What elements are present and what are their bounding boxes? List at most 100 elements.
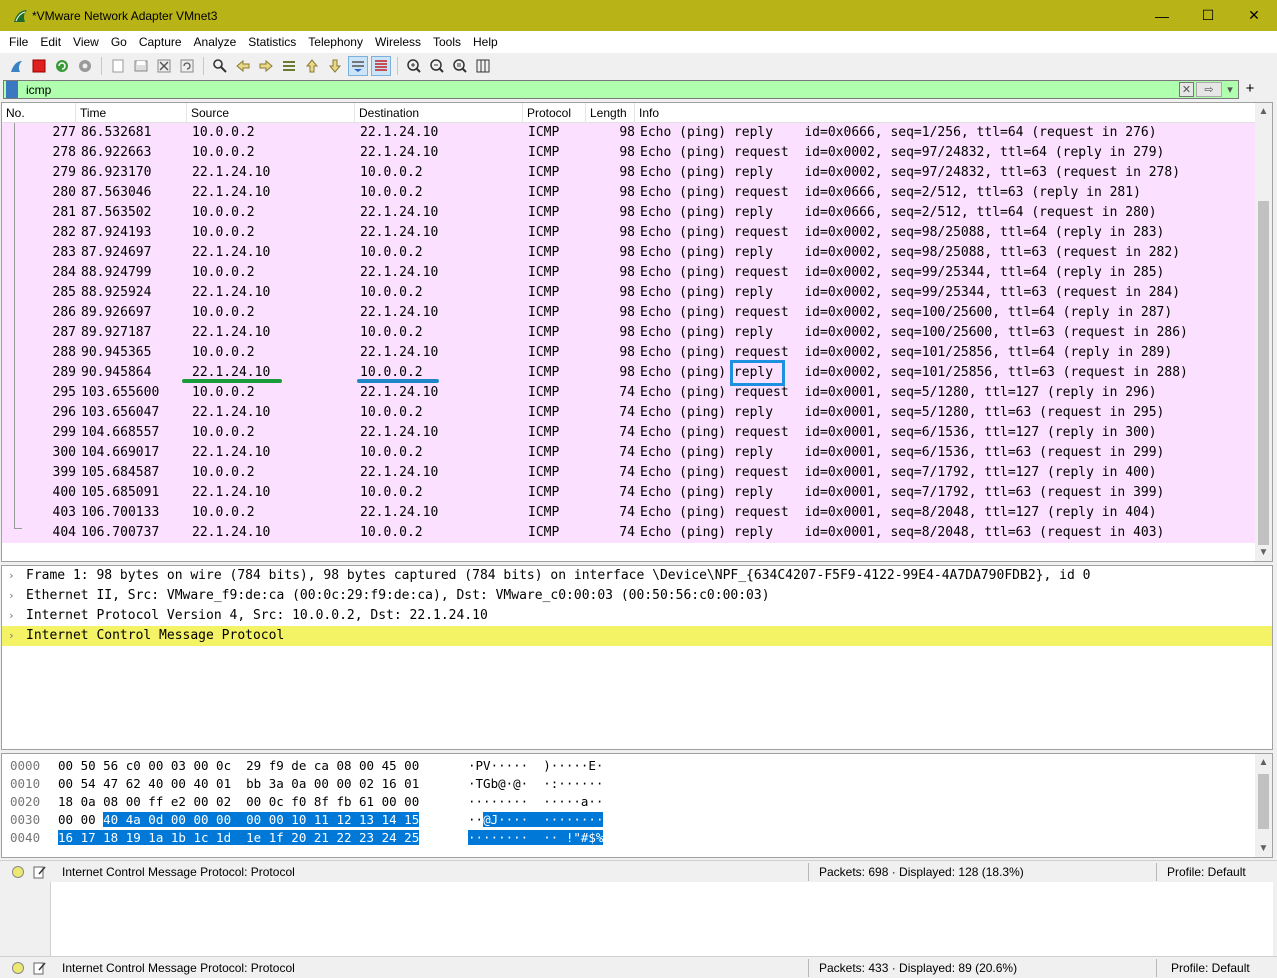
- start-capture-icon[interactable]: [6, 56, 26, 76]
- go-last-packet-icon[interactable]: [325, 56, 345, 76]
- packet-row[interactable]: 287 89.927187 22.1.24.10 10.0.0.2 ICMP 98 Echo…: [2, 323, 1256, 343]
- restart-capture-icon[interactable]: [52, 56, 72, 76]
- packet-row[interactable]: 296 103.656047 22.1.24.10 10.0.0.2 ICMP 74 Ech…: [2, 403, 1256, 423]
- bookmark-icon[interactable]: [6, 81, 20, 98]
- column-length[interactable]: Length: [586, 103, 635, 123]
- maximize-button[interactable]: ☐: [1185, 0, 1231, 31]
- bytes-ascii[interactable]: ·TGb@·@· ·:······: [468, 775, 603, 793]
- packet-row[interactable]: 278 86.922663 10.0.0.2 22.1.24.10 ICMP 98 Echo…: [2, 143, 1256, 163]
- edit-comment-icon[interactable]: [33, 961, 47, 975]
- zoom-out-icon[interactable]: [427, 56, 447, 76]
- packet-row[interactable]: 286 89.926697 10.0.0.2 22.1.24.10 ICMP 98 Echo…: [2, 303, 1256, 323]
- edit-comment-icon[interactable]: [33, 865, 47, 879]
- go-first-packet-icon[interactable]: [302, 56, 322, 76]
- packet-row[interactable]: 399 105.684587 10.0.0.2 22.1.24.10 ICMP 74 Ech…: [2, 463, 1256, 483]
- menu-view[interactable]: View: [67, 35, 105, 49]
- column-time[interactable]: Time: [76, 103, 187, 123]
- menu-help[interactable]: Help: [467, 35, 504, 49]
- packet-row[interactable]: 282 87.924193 10.0.0.2 22.1.24.10 ICMP 98 Echo…: [2, 223, 1256, 243]
- scroll-up-icon[interactable]: ▲: [1255, 103, 1272, 120]
- scrollbar-thumb[interactable]: [1258, 201, 1269, 545]
- resize-columns-icon[interactable]: [473, 56, 493, 76]
- menu-edit[interactable]: Edit: [34, 35, 67, 49]
- chevron-right-icon[interactable]: ›: [8, 566, 15, 586]
- add-filter-button[interactable]: +: [1243, 80, 1257, 99]
- expert-info-icon[interactable]: [12, 865, 24, 878]
- scrollbar-thumb[interactable]: [1258, 774, 1269, 829]
- bytes-ascii[interactable]: ········ ·· !"#$%: [468, 829, 604, 847]
- go-to-packet-icon[interactable]: [279, 56, 299, 76]
- minimize-button[interactable]: —: [1139, 0, 1185, 31]
- stop-capture-icon[interactable]: [29, 56, 49, 76]
- status-profile[interactable]: Profile: Default: [1167, 865, 1246, 879]
- close-file-icon[interactable]: [154, 56, 174, 76]
- go-back-icon[interactable]: [233, 56, 253, 76]
- bytes-scrollbar[interactable]: ▲ ▼: [1255, 754, 1272, 857]
- bytes-hex[interactable]: 00 00 40 4a 0d 00 00 00 00 00 10 11 12 1…: [58, 811, 420, 829]
- menu-telephony[interactable]: Telephony: [302, 35, 369, 49]
- chevron-right-icon[interactable]: ›: [8, 626, 15, 646]
- packet-row[interactable]: 299 104.668557 10.0.0.2 22.1.24.10 ICMP 74 Ech…: [2, 423, 1256, 443]
- packet-row[interactable]: 279 86.923170 22.1.24.10 10.0.0.2 ICMP 98 Echo…: [2, 163, 1256, 183]
- chevron-right-icon[interactable]: ›: [8, 586, 15, 606]
- reload-file-icon[interactable]: [177, 56, 197, 76]
- scroll-down-icon[interactable]: ▼: [1255, 840, 1272, 857]
- packet-row[interactable]: 281 87.563502 10.0.0.2 22.1.24.10 ICMP 98 Echo…: [2, 203, 1256, 223]
- detail-tree-item[interactable]: › Ethernet II, Src: VMware_f9:de:ca (00:0…: [2, 586, 1272, 606]
- bytes-hex[interactable]: 16 17 18 19 1a 1b 1c 1d 1e 1f 20 21 22 2…: [58, 829, 420, 847]
- packet-number: 280: [52, 185, 76, 200]
- zoom-normal-icon[interactable]: [450, 56, 470, 76]
- packet-row[interactable]: 288 90.945365 10.0.0.2 22.1.24.10 ICMP 98 Echo…: [2, 343, 1256, 363]
- menu-file[interactable]: File: [3, 35, 34, 49]
- detail-tree-item[interactable]: › Internet Control Message Protocol: [2, 626, 1272, 646]
- bytes-ascii[interactable]: ·PV····· )·····E·: [468, 757, 603, 775]
- column-destination[interactable]: Destination: [355, 103, 523, 123]
- open-file-icon[interactable]: [108, 56, 128, 76]
- column-info[interactable]: Info: [635, 103, 1256, 123]
- detail-tree-item[interactable]: › Frame 1: 98 bytes on wire (784 bits), 9…: [2, 566, 1272, 586]
- column-protocol[interactable]: Protocol: [523, 103, 586, 123]
- zoom-in-icon[interactable]: [404, 56, 424, 76]
- clear-filter-icon[interactable]: ✕: [1179, 82, 1194, 97]
- menu-go[interactable]: Go: [105, 35, 133, 49]
- packet-row[interactable]: 283 87.924697 22.1.24.10 10.0.0.2 ICMP 98 Echo…: [2, 243, 1256, 263]
- packet-list-scrollbar[interactable]: ▲ ▼: [1255, 103, 1272, 561]
- status-profile[interactable]: Profile: Default: [1171, 961, 1250, 975]
- chevron-right-icon[interactable]: ›: [8, 606, 15, 626]
- save-file-icon[interactable]: [131, 56, 151, 76]
- menu-wireless[interactable]: Wireless: [369, 35, 427, 49]
- bytes-hex[interactable]: 00 50 56 c0 00 03 00 0c 29 f9 de ca 08 0…: [58, 757, 419, 775]
- bytes-ascii[interactable]: ··@J···· ········: [468, 811, 604, 829]
- packet-row[interactable]: 280 87.563046 22.1.24.10 10.0.0.2 ICMP 98 Echo…: [2, 183, 1256, 203]
- packet-row[interactable]: 295 103.655600 10.0.0.2 22.1.24.10 ICMP 74 Ech…: [2, 383, 1256, 403]
- apply-filter-icon[interactable]: ⇨: [1196, 82, 1222, 97]
- packet-row[interactable]: 400 105.685091 22.1.24.10 10.0.0.2 ICMP 74 Ech…: [2, 483, 1256, 503]
- scroll-down-icon[interactable]: ▼: [1255, 544, 1272, 561]
- column-source[interactable]: Source: [187, 103, 355, 123]
- bytes-ascii[interactable]: ········ ·····a··: [468, 793, 603, 811]
- packet-row[interactable]: 284 88.924799 10.0.0.2 22.1.24.10 ICMP 98 Echo…: [2, 263, 1256, 283]
- find-packet-icon[interactable]: [210, 56, 230, 76]
- autoscroll-icon[interactable]: [348, 55, 368, 76]
- packet-row[interactable]: 285 88.925924 22.1.24.10 10.0.0.2 ICMP 98 Echo…: [2, 283, 1256, 303]
- menu-tools[interactable]: Tools: [427, 35, 467, 49]
- colorize-icon[interactable]: [371, 55, 391, 76]
- capture-options-icon[interactable]: [75, 56, 95, 76]
- packet-row[interactable]: 404 106.700737 22.1.24.10 10.0.0.2 ICMP 74 Ech…: [2, 523, 1256, 543]
- bytes-hex[interactable]: 18 0a 08 00 ff e2 00 02 00 0c f0 8f fb 6…: [58, 793, 419, 811]
- bytes-hex[interactable]: 00 54 47 62 40 00 40 01 bb 3a 0a 00 00 0…: [58, 775, 419, 793]
- menu-analyze[interactable]: Analyze: [188, 35, 243, 49]
- packet-row[interactable]: 300 104.669017 22.1.24.10 10.0.0.2 ICMP 74 Ech…: [2, 443, 1256, 463]
- display-filter-input[interactable]: [20, 82, 1179, 97]
- scroll-up-icon[interactable]: ▲: [1255, 754, 1272, 771]
- close-button[interactable]: ✕: [1231, 0, 1277, 31]
- detail-tree-item[interactable]: › Internet Protocol Version 4, Src: 10.0.…: [2, 606, 1272, 626]
- packet-row[interactable]: 277 86.532681 10.0.0.2 22.1.24.10 ICMP 98 Echo…: [2, 123, 1256, 143]
- column-no[interactable]: No.: [2, 103, 76, 123]
- filter-dropdown-icon[interactable]: ▾: [1224, 82, 1236, 97]
- go-forward-icon[interactable]: [256, 56, 276, 76]
- menu-statistics[interactable]: Statistics: [242, 35, 302, 49]
- packet-row[interactable]: 403 106.700133 10.0.0.2 22.1.24.10 ICMP 74 Ech…: [2, 503, 1256, 523]
- expert-info-icon[interactable]: [12, 961, 24, 974]
- menu-capture[interactable]: Capture: [133, 35, 188, 49]
